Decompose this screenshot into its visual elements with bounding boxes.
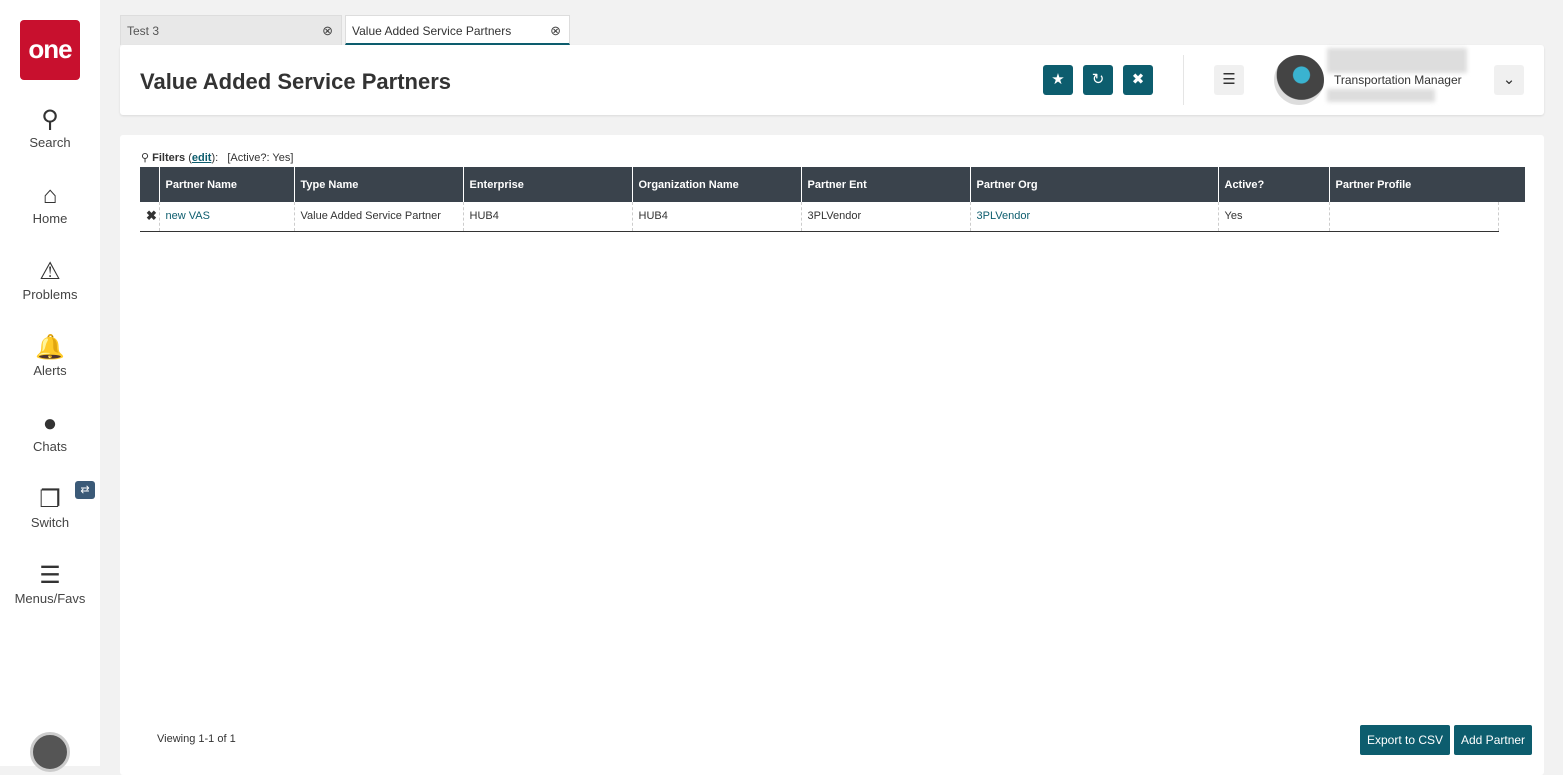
add-partner-button[interactable]: Add Partner	[1454, 725, 1533, 755]
user-role: Transportation Manager	[1334, 73, 1462, 87]
column-header-filler	[1498, 167, 1525, 202]
filters-label: Filters	[152, 152, 186, 164]
divider	[1183, 55, 1184, 105]
sidebar-item-menus[interactable]: ☰ Menus/Favs	[0, 561, 100, 606]
user-dropdown-button[interactable]: ⌄	[1494, 65, 1524, 95]
menu-icon: ☰	[1222, 71, 1236, 88]
user-name-redacted	[1327, 48, 1467, 73]
tab-label: Value Added Service Partners	[352, 24, 512, 38]
table-cell: Yes	[1217, 202, 1329, 232]
main-panel: ⚲ Filters (edit): [Active?: Yes] Partner…	[120, 135, 1544, 775]
switch-badge-icon: ⇄	[75, 481, 95, 499]
close-tab-icon[interactable]: ⊗	[550, 16, 561, 46]
edit-filters-link[interactable]: edit	[192, 152, 212, 164]
sidebar-item-label: Alerts	[33, 363, 67, 378]
column-header[interactable]: Enterprise	[462, 167, 632, 202]
one-logo[interactable]: one	[20, 20, 80, 80]
partner-name-link[interactable]: new VAS	[158, 202, 294, 232]
chevron-down-icon: ⌄	[1502, 71, 1516, 88]
column-header[interactable]: Partner Profile	[1328, 167, 1498, 202]
user-avatar[interactable]	[30, 732, 70, 772]
column-header[interactable]: Partner Org	[969, 167, 1218, 202]
bell-icon: 🔔	[35, 334, 65, 361]
table-row: ✖ new VAS Value Added Service Partner HU…	[140, 202, 1525, 232]
column-header[interactable]: Active?	[1217, 167, 1329, 202]
column-header[interactable]: Partner Ent	[800, 167, 970, 202]
user-org-redacted	[1327, 89, 1435, 102]
page-title: Value Added Service Partners	[140, 69, 451, 94]
sidebar-item-search[interactable]: ⚲ Search	[0, 105, 100, 150]
sidebar-item-home[interactable]: ⌂ Home	[0, 181, 100, 226]
filters-bar: ⚲ Filters (edit): [Active?: Yes]	[141, 152, 294, 164]
filters-value: [Active?: Yes]	[227, 152, 294, 164]
refresh-icon: ↻	[1091, 71, 1105, 88]
pagination-info: Viewing 1-1 of 1	[157, 733, 236, 745]
column-header[interactable]: Organization Name	[631, 167, 801, 202]
star-icon: ★	[1051, 71, 1065, 88]
sidebar-item-label: Switch	[30, 515, 70, 530]
table-cell	[1328, 202, 1498, 232]
table-cell: HUB4	[631, 202, 801, 232]
close-tab-icon[interactable]: ⊗	[322, 16, 333, 46]
sidebar-item-switch[interactable]: ❐ ⇄ Switch	[0, 481, 100, 530]
export-csv-button[interactable]: Export to CSV	[1360, 725, 1451, 755]
tab-label: Test 3	[127, 24, 160, 38]
home-icon: ⌂	[42, 182, 58, 209]
sidebar-item-label: Home	[32, 211, 68, 226]
sidebar-item-label: Menus/Favs	[14, 591, 86, 606]
sidebar-item-label: Search	[29, 135, 71, 150]
refresh-button[interactable]: ↻	[1083, 65, 1113, 95]
favorite-button[interactable]: ★	[1043, 65, 1073, 95]
sidebar-item-alerts[interactable]: 🔔 Alerts	[0, 333, 100, 378]
sidebar-item-chats[interactable]: ● Chats	[0, 409, 100, 454]
sidebar-item-problems[interactable]: ⚠ Problems	[0, 257, 100, 302]
sidebar: one ⚲ Search ⌂ Home ⚠ Problems 🔔 Alerts ● Cha…	[0, 0, 100, 772]
search-icon: ⚲	[41, 106, 59, 133]
delete-row-icon[interactable]: ✖	[140, 202, 159, 232]
table-cell: HUB4	[462, 202, 632, 232]
table-header: Partner Name Type Name Enterprise Organi…	[140, 167, 1525, 202]
page-header: Value Added Service Partners ★ ↻ ✖ ☰ Tra…	[120, 45, 1544, 115]
tab-value-added-service-partners[interactable]: Value Added Service Partners ⊗	[345, 15, 570, 45]
column-header-actions	[140, 167, 159, 202]
tab-test-3[interactable]: Test 3 ⊗	[120, 15, 342, 45]
table-cell-filler	[1497, 202, 1525, 231]
column-header[interactable]: Type Name	[293, 167, 463, 202]
close-button[interactable]: ✖	[1123, 65, 1153, 95]
user-avatar[interactable]	[1274, 55, 1324, 105]
partner-org-link[interactable]: 3PLVendor	[969, 202, 1218, 232]
search-icon: ⚲	[141, 152, 153, 164]
chat-icon: ●	[42, 410, 58, 437]
warning-icon: ⚠	[39, 258, 61, 285]
table-cell: Value Added Service Partner	[293, 202, 463, 232]
column-header[interactable]: Partner Name	[158, 167, 294, 202]
sidebar-item-label: Chats	[33, 439, 67, 454]
partners-table: Partner Name Type Name Enterprise Organi…	[140, 167, 1525, 232]
sidebar-item-label: Problems	[22, 287, 78, 302]
table-cell: 3PLVendor	[800, 202, 970, 232]
menu-icon: ☰	[39, 562, 61, 589]
close-icon: ✖	[1131, 71, 1145, 88]
menu-button[interactable]: ☰	[1214, 65, 1244, 95]
